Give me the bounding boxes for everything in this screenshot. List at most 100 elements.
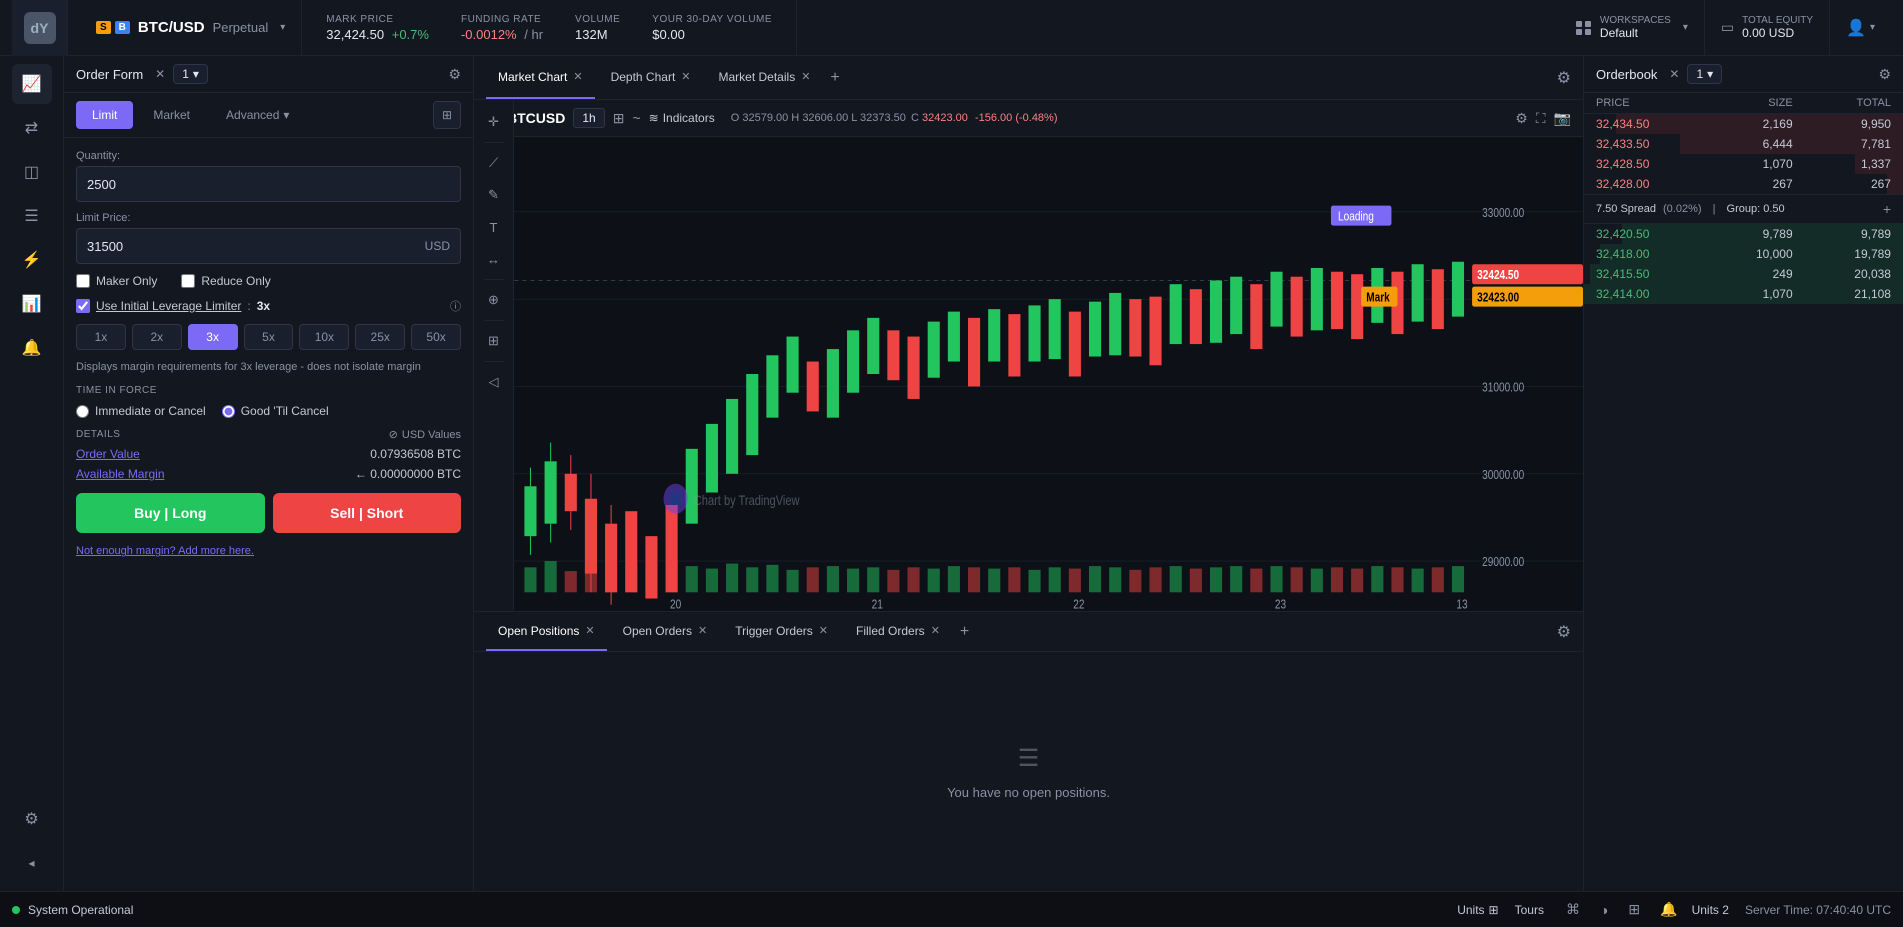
workspace-dropdown-icon[interactable]: ▾ (1683, 22, 1688, 33)
pair-info[interactable]: S B BTC/USD Perpetual ▾ (80, 0, 302, 55)
units-btn[interactable]: Units ⊞ (1457, 903, 1498, 917)
orderbook-count[interactable]: 1 ▾ (1687, 64, 1722, 84)
tab-limit[interactable]: Limit (76, 101, 133, 129)
tab-trigger-orders[interactable]: Trigger Orders ✕ (723, 612, 840, 651)
node-tool[interactable]: ⊕ (480, 286, 508, 314)
indicators-btn[interactable]: ≋ Indicators (649, 111, 715, 125)
tab-market-chart[interactable]: Market Chart ✕ (486, 56, 595, 99)
tab-advanced[interactable]: Advanced ▾ (210, 101, 305, 129)
pair-type[interactable]: Perpetual (213, 20, 269, 35)
chart-type-icon[interactable]: ⊞ (613, 110, 625, 127)
tab-market[interactable]: Market (137, 101, 206, 129)
chart-interval[interactable]: 1h (573, 108, 604, 128)
margin-note[interactable]: Not enough margin? Add more here. (64, 545, 473, 569)
add-bottom-tab-btn[interactable]: + (960, 623, 969, 641)
tab-filled-orders-close[interactable]: ✕ (931, 624, 940, 637)
ask-row-4[interactable]: 32,428.00 267 267 (1584, 174, 1903, 194)
tours-label[interactable]: Tours (1507, 903, 1552, 917)
layout-icon[interactable]: ⊞ (1622, 901, 1646, 918)
reduce-only-input[interactable] (181, 274, 195, 288)
tab-filled-orders[interactable]: Filled Orders ✕ (844, 612, 952, 651)
chart-fullscreen-icon[interactable]: ⛶ (1536, 110, 1546, 127)
sell-short-button[interactable]: Sell | Short (273, 493, 462, 533)
more-tools[interactable]: ⊞ (480, 327, 508, 355)
nav-item-portfolio[interactable]: ◫ (12, 152, 52, 192)
trend-line-tool[interactable]: ⟋ (480, 149, 508, 177)
workspace-section[interactable]: WORKSPACES Default ▾ (1560, 0, 1705, 55)
ask-row-1[interactable]: 32,434.50 2,169 9,950 (1584, 114, 1903, 134)
ask-row-2[interactable]: 32,433.50 6,444 7,781 (1584, 134, 1903, 154)
tab-trigger-orders-close[interactable]: ✕ (819, 624, 828, 637)
leverage-3x-btn[interactable]: 3x (188, 324, 238, 350)
tab-open-orders-close[interactable]: ✕ (698, 624, 707, 637)
limit-price-input-wrap[interactable]: USD (76, 228, 461, 264)
nav-item-analytics[interactable]: 📊 (12, 284, 52, 324)
bid-row-1[interactable]: 32,420.50 9,789 9,789 (1584, 224, 1903, 244)
chart-compare-icon[interactable]: ~ (632, 110, 640, 126)
tab-depth-chart[interactable]: Depth Chart ✕ (599, 56, 703, 99)
theme-icon[interactable]: ◑ (1594, 902, 1614, 918)
tab-open-positions-close[interactable]: ✕ (585, 624, 594, 637)
limit-price-input[interactable] (87, 239, 425, 254)
buy-long-button[interactable]: Buy | Long (76, 493, 265, 533)
leverage-2x-btn[interactable]: 2x (132, 324, 182, 350)
bid-row-4[interactable]: 32,414.00 1,070 21,108 (1584, 284, 1903, 304)
tab-market-chart-close[interactable]: ✕ (573, 70, 582, 83)
quantity-input[interactable] (87, 177, 450, 192)
logo[interactable]: dY (12, 0, 68, 56)
tif-ioc[interactable]: Immediate or Cancel (76, 404, 206, 418)
available-margin-label[interactable]: Available Margin (76, 467, 165, 481)
keyboard-icon[interactable]: ⌘ (1560, 901, 1586, 918)
leverage-info-icon[interactable]: ⓘ (450, 298, 461, 314)
draw-tool[interactable]: ✎ (480, 181, 508, 209)
nav-item-orders[interactable]: ☰ (12, 196, 52, 236)
order-value-label[interactable]: Order Value (76, 447, 140, 461)
tif-ioc-radio[interactable] (76, 405, 89, 418)
erase-tool[interactable]: ◁ (480, 368, 508, 396)
tif-gtc-radio[interactable] (222, 405, 235, 418)
order-form-settings[interactable]: ⚙ (448, 66, 461, 83)
leverage-10x-btn[interactable]: 10x (299, 324, 349, 350)
leverage-checkbox[interactable]: Use Initial Leverage Limiter (76, 299, 241, 313)
bid-row-2[interactable]: 32,418.00 10,000 19,789 (1584, 244, 1903, 264)
tab-open-orders[interactable]: Open Orders ✕ (611, 612, 720, 651)
order-form-count[interactable]: 1 ▾ (173, 64, 208, 84)
spread-add-btn[interactable]: + (1883, 201, 1891, 217)
maker-only-input[interactable] (76, 274, 90, 288)
text-tool[interactable]: T (480, 213, 508, 241)
tif-gtc[interactable]: Good 'Til Cancel (222, 404, 329, 418)
chart-settings-icon[interactable]: ⚙ (1515, 110, 1528, 127)
leverage-5x-btn[interactable]: 5x (244, 324, 294, 350)
nav-item-alerts[interactable]: ⚡ (12, 240, 52, 280)
orderbook-close[interactable]: ✕ (1669, 67, 1679, 81)
bell-icon[interactable]: 🔔 (1654, 901, 1683, 918)
pair-name[interactable]: BTC/USD (138, 19, 205, 36)
add-chart-tab-btn[interactable]: + (830, 69, 839, 87)
nav-item-chart[interactable]: 📈 (12, 64, 52, 104)
user-dropdown-icon[interactable]: ▾ (1870, 22, 1875, 33)
tab-market-details-close[interactable]: ✕ (801, 70, 810, 83)
tab-depth-chart-close[interactable]: ✕ (681, 70, 690, 83)
nav-item-settings[interactable]: ⚙ (12, 799, 52, 839)
ask-row-3[interactable]: 32,428.50 1,070 1,337 (1584, 154, 1903, 174)
leverage-25x-btn[interactable]: 25x (355, 324, 405, 350)
calculator-btn[interactable]: ⊞ (433, 101, 461, 129)
tab-market-details[interactable]: Market Details ✕ (707, 56, 823, 99)
user-section[interactable]: 👤 ▾ (1830, 0, 1891, 55)
chart-area-settings[interactable]: ⚙ (1557, 68, 1571, 88)
maker-only-checkbox[interactable]: Maker Only (76, 274, 157, 288)
nav-item-notifications[interactable]: 🔔 (12, 328, 52, 368)
leverage-1x-btn[interactable]: 1x (76, 324, 126, 350)
measure-tool[interactable]: ↔ (480, 245, 508, 273)
pair-dropdown-icon[interactable]: ▾ (280, 22, 285, 33)
tab-open-positions[interactable]: Open Positions ✕ (486, 612, 607, 651)
usd-values-toggle[interactable]: ⊘ USD Values (389, 428, 461, 441)
orderbook-settings[interactable]: ⚙ (1878, 66, 1891, 83)
leverage-input[interactable] (76, 299, 90, 313)
nav-collapse-btn[interactable]: ◂ (12, 843, 52, 883)
order-form-close[interactable]: ✕ (155, 67, 165, 81)
leverage-50x-btn[interactable]: 50x (411, 324, 461, 350)
quantity-input-wrap[interactable] (76, 166, 461, 202)
bottom-panel-settings[interactable]: ⚙ (1557, 622, 1571, 642)
reduce-only-checkbox[interactable]: Reduce Only (181, 274, 270, 288)
